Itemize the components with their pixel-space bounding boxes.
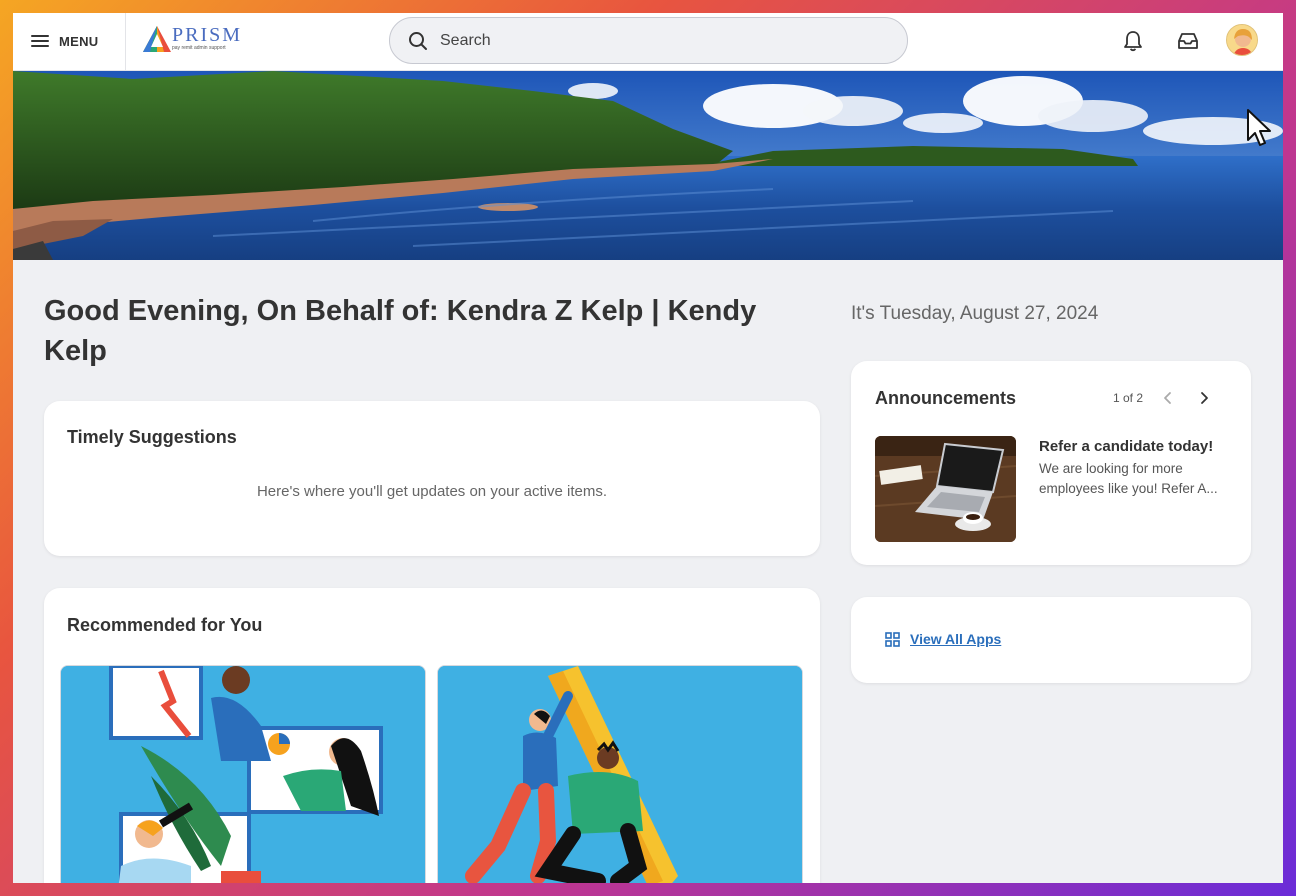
announcement-image[interactable] [875, 436, 1016, 542]
menu-button[interactable]: MENU [31, 29, 98, 53]
logo-tagline: pay remit admin support [172, 45, 226, 51]
top-bar: MENU PRISM pay remit admin support [13, 13, 1283, 71]
next-announcement-button[interactable] [1191, 385, 1217, 411]
search-input[interactable] [440, 31, 860, 50]
page-greeting: Good Evening, On Behalf of: Kendra Z Kel… [44, 295, 757, 367]
timely-suggestions-card: Timely Suggestions Here's where you'll g… [44, 401, 820, 556]
view-all-apps-link[interactable]: View All Apps [885, 631, 1001, 647]
inbox-icon [1178, 33, 1198, 49]
announcement-body-line-2: employees like you! Refer A... [1039, 481, 1218, 496]
menu-label: MENU [59, 33, 99, 49]
recommended-tile-2[interactable] [437, 665, 803, 883]
view-all-apps-label: View All Apps [910, 631, 1002, 647]
announcement-body-line-1: We are looking for more [1039, 461, 1183, 476]
recommended-tile-1[interactable] [60, 665, 426, 883]
announcements-title: Announcements [875, 388, 1017, 408]
prism-logo[interactable]: PRISM pay remit admin support [142, 24, 240, 55]
previous-announcement-button[interactable] [1155, 385, 1181, 411]
menu-icon [31, 34, 49, 48]
teamwork-pencil-illustration [438, 666, 802, 883]
mouse-cursor [1246, 108, 1274, 153]
timely-suggestions-title: Timely Suggestions [67, 427, 237, 447]
notifications-button[interactable] [1119, 27, 1147, 55]
chevron-left-icon [1164, 392, 1171, 404]
recommended-title: Recommended for You [67, 615, 263, 635]
divider [125, 13, 126, 71]
announcements-card: Announcements 1 of 2 Refer a candidate t… [851, 361, 1251, 565]
recommended-card: Recommended for You [44, 588, 820, 883]
announcement-item-body: We are looking for more employees like y… [1039, 459, 1229, 499]
hero-banner [13, 71, 1283, 260]
chevron-right-icon [1201, 392, 1208, 404]
laptop-on-desk-image [875, 436, 1016, 542]
apps-card: View All Apps [851, 597, 1251, 683]
bell-icon [1124, 31, 1142, 52]
timely-empty-message: Here's where you'll get updates on your … [256, 483, 608, 500]
avatar-image [1227, 25, 1257, 55]
user-avatar[interactable] [1226, 24, 1258, 56]
coastal-landscape-image [13, 71, 1283, 260]
team-collaboration-illustration [61, 666, 425, 883]
current-date: It's Tuesday, August 27, 2024 [851, 303, 1099, 324]
announcement-item-title[interactable]: Refer a candidate today! [1039, 438, 1213, 455]
search-icon [409, 31, 427, 50]
inbox-button[interactable] [1174, 27, 1202, 55]
announcements-pager: 1 of 2 [1113, 391, 1144, 405]
app-window: MENU PRISM pay remit admin support Searc… [13, 13, 1283, 883]
cursor-icon [1247, 109, 1271, 146]
logo-text: PRISM [172, 24, 243, 46]
search-bar[interactable] [389, 17, 908, 64]
grid-icon [885, 631, 900, 647]
logo-mark-icon [143, 26, 171, 52]
